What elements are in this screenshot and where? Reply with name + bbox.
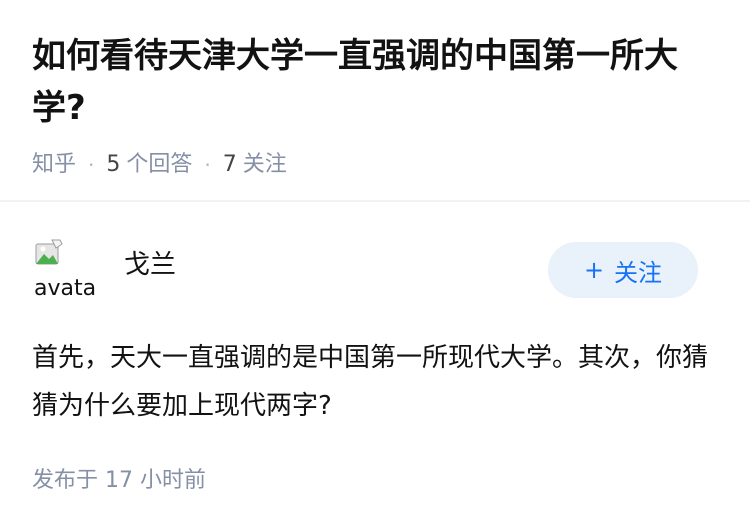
plus-icon: +	[583, 256, 605, 284]
followers-label[interactable]: 关注	[243, 150, 287, 180]
broken-image-icon	[35, 239, 63, 265]
question-title[interactable]: 如何看待天津大学一直强调的中国第一所大学?	[32, 30, 722, 134]
answers-label[interactable]: 个回答	[126, 150, 192, 180]
question-header: 如何看待天津大学一直强调的中国第一所大学? 知乎 · 5 个回答 · 7 关注	[32, 30, 722, 180]
answer-timestamp: 发布于 17 小时前	[32, 468, 206, 493]
follow-button-label: 关注	[614, 258, 663, 287]
section-divider	[0, 200, 750, 202]
avatar[interactable]: avatar	[32, 238, 98, 302]
meta-separator: ·	[204, 153, 211, 177]
answers-count: 5	[106, 152, 121, 177]
avatar-alt-text: avatar	[34, 276, 98, 301]
follow-button[interactable]: + 关注	[548, 242, 698, 298]
question-meta: 知乎 · 5 个回答 · 7 关注	[32, 150, 722, 180]
followers-count: 7	[222, 152, 237, 177]
answer-author-row: avatar 戈兰 + 关注	[32, 238, 698, 302]
source-label[interactable]: 知乎	[32, 150, 76, 180]
answer-content[interactable]: 首先，天大一直强调的是中国第一所现代大学。其次，你猜猜为什么要加上现代两字?	[32, 334, 712, 430]
meta-separator: ·	[88, 153, 95, 177]
author-name[interactable]: 戈兰	[124, 248, 176, 282]
